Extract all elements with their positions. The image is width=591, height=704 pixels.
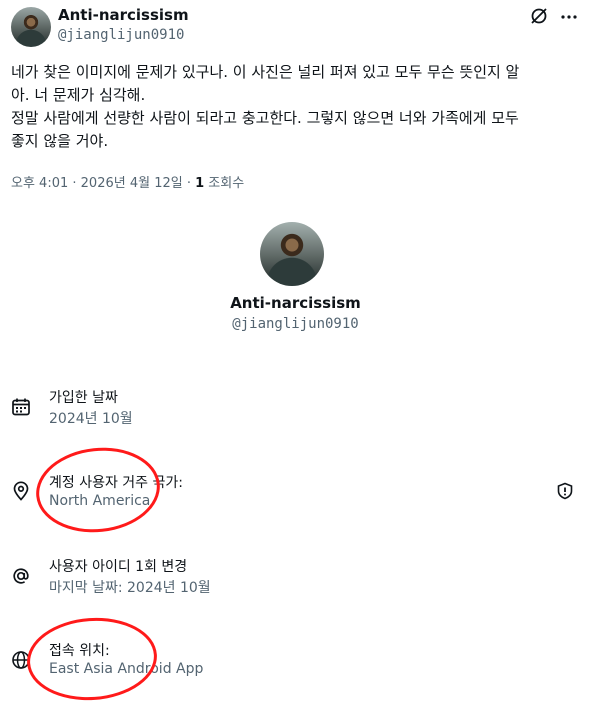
joined-label: 가입한 날짜 [49,390,118,406]
username-change-value: 마지막 날짜: 2024년 10월 [49,580,211,596]
tweet-date[interactable]: 2026년 4월 12일 [81,176,183,191]
more-options-icon[interactable] [559,7,579,27]
at-sign-icon [13,568,29,584]
calendar-icon [12,398,30,416]
tweet-meta: 오후 4:01 · 2026년 4월 12일 · 1 조회수 [11,172,244,191]
tweet-line: 아. 너 문제가 심각해. [11,86,146,104]
tweet-line: 정말 사람에게 선량한 사람이 되라고 충고한다. 그렇지 않으면 너와 가족에… [11,109,519,127]
author-handle[interactable]: @jianglijun0910 [58,27,184,43]
red-annotation-circle [31,441,165,539]
profile-name[interactable]: Anti-narcissism [0,294,591,312]
shield-alert-icon[interactable] [556,482,574,500]
joined-value: 2024년 10월 [49,411,133,427]
author-avatar[interactable] [11,7,51,47]
profile-handle[interactable]: @jianglijun0910 [0,316,591,332]
tweet-time[interactable]: 오후 4:01 [11,176,68,191]
tweet-text: 네가 찾은 이미지에 문제가 있구나. 이 사진은 널리 퍼져 있고 모두 무슨… [11,61,581,153]
author-name[interactable]: Anti-narcissism [58,6,189,24]
meta-separator: · [182,176,196,191]
username-change-label: 사용자 아이디 1회 변경 [49,559,188,575]
tweet-line: 좋지 않을 거야. [11,132,109,150]
grok-icon[interactable] [529,6,549,26]
view-count: 1 [195,176,205,191]
red-annotation-circle [24,613,160,704]
tweet-line: 네가 찾은 이미지에 문제가 있구나. 이 사진은 널리 퍼져 있고 모두 무슨… [11,63,520,81]
location-pin-icon [13,481,29,501]
view-count-label: 조회수 [204,176,245,191]
profile-avatar[interactable] [260,222,324,286]
meta-separator: · [68,176,81,191]
